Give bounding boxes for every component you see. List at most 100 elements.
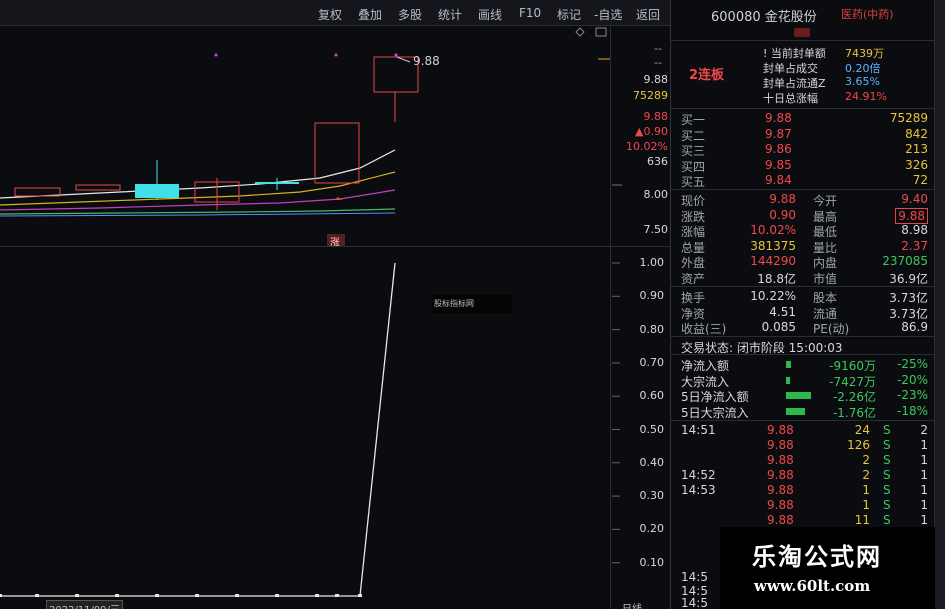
tick-count: 1 — [920, 468, 928, 482]
stat-label: 最高 — [813, 209, 838, 224]
indicator-point — [315, 594, 319, 597]
signal-dot — [214, 53, 218, 57]
signal-dot — [394, 53, 398, 57]
seal-value: 0.20倍 — [845, 62, 881, 75]
flow-pct: -18% — [896, 403, 928, 418]
date-label: 2022/11/09/三 — [46, 600, 124, 609]
bid-price[interactable]: 9.86 — [765, 142, 792, 156]
stat-label: 今开 — [813, 194, 838, 208]
stat-label: 资产 — [681, 271, 706, 286]
tick-time: 14:53 — [681, 483, 716, 497]
watermark: 乐淘公式网 www.60lt.com — [720, 527, 935, 609]
period-label[interactable]: 日线 — [622, 600, 642, 609]
indicator-axis-tick: 0.30 — [639, 489, 665, 503]
candles — [14, 56, 419, 210]
toolbar-draw-button[interactable]: 画线 — [478, 6, 502, 23]
bid-label: 买一 — [681, 113, 706, 127]
collapse-icon[interactable] — [794, 28, 810, 37]
tick-side: S — [883, 483, 891, 497]
tick-time: 14:52 — [681, 468, 716, 482]
bid-label: 买三 — [681, 144, 706, 158]
stat-label: 收益(三) — [681, 322, 727, 336]
stat-label: 流通 — [813, 306, 838, 321]
bid-label: 买五 — [681, 175, 706, 189]
axis-dash: -- — [654, 42, 662, 55]
watermark-title: 乐淘公式网 — [752, 542, 882, 571]
sector-tag[interactable]: 医药(中药) — [841, 6, 894, 22]
bid-price[interactable]: 9.87 — [765, 127, 792, 141]
bid-volume: 842 — [905, 126, 928, 141]
tick-time: 14:5 — [681, 596, 708, 609]
flow-value: -2.26亿 — [832, 390, 876, 404]
indicator-axis-tick: 0.90 — [639, 289, 665, 303]
bid-label: 买二 — [681, 128, 706, 143]
flow-bar — [786, 361, 792, 368]
toolbar-f10-button[interactable]: F10 — [519, 6, 541, 20]
axis-dash: -- — [654, 56, 662, 69]
tick-price: 9.88 — [767, 513, 794, 527]
bid-price[interactable]: 9.85 — [765, 158, 792, 172]
stat-label: 股本 — [813, 291, 838, 305]
stat-value: 36.9亿 — [889, 271, 928, 286]
kline-chart[interactable] — [0, 26, 670, 609]
tick-price: 9.88 — [767, 483, 794, 497]
stat-label: PE(动) — [813, 322, 850, 336]
indicator-axis-tick: 0.50 — [639, 422, 665, 436]
flow-pct: -23% — [896, 388, 928, 402]
toolbar-multi-stock-button[interactable]: 多股 — [398, 6, 422, 23]
stat-value: 10.22% — [750, 289, 796, 303]
indicator-line — [0, 262, 396, 597]
toolbar-stats-button[interactable]: 统计 — [438, 6, 462, 23]
flow-bar — [786, 376, 791, 384]
tick-count: 1 — [920, 498, 928, 512]
stat-label: 总量 — [681, 240, 706, 255]
flow-value: -1.76亿 — [832, 405, 876, 420]
bid-price[interactable]: 9.88 — [765, 111, 792, 125]
flow-label: 5日大宗流入 — [681, 405, 749, 420]
stat-value: 10.02% — [750, 223, 796, 237]
stat-label: 现价 — [681, 194, 706, 208]
toolbar-mark-button[interactable]: 标记 — [557, 6, 581, 23]
stat-value: 9.88 — [895, 207, 928, 224]
chart-toolbar: 复权 叠加 多股 统计 画线 F10 标记 -自选 返回 — [0, 0, 670, 26]
stat-label: 市值 — [813, 271, 838, 286]
tick-time: 14:51 — [681, 423, 716, 437]
tick-price: 9.88 — [767, 423, 794, 437]
stat-label: 换手 — [681, 291, 706, 305]
toolbar-watchlist-button[interactable]: -自选 — [594, 6, 622, 23]
seal-label: ! 当前封单额 — [763, 47, 826, 60]
tick-price: 9.88 — [767, 453, 794, 467]
tick-count: 1 — [920, 483, 928, 497]
stat-value: 0.90 — [769, 207, 796, 222]
stat-value: 9.40 — [901, 192, 928, 206]
diamond-icon — [575, 27, 585, 37]
indicator-point — [0, 594, 2, 597]
axis-prev-close: 9.88 — [643, 73, 669, 86]
toolbar-back-button[interactable]: 返回 — [636, 6, 660, 23]
stat-value: 3.73亿 — [889, 306, 928, 321]
axis-pct: 10.02% — [626, 140, 668, 153]
bid-price[interactable]: 9.84 — [765, 173, 792, 187]
tick-time: 14:5 — [681, 570, 708, 584]
toolbar-fuquan-button[interactable]: 复权 — [318, 6, 342, 23]
bid-volume: 72 — [912, 173, 928, 187]
tick-side: S — [883, 423, 891, 437]
indicator-point — [235, 594, 239, 597]
toolbar-overlay-button[interactable]: 叠加 — [358, 6, 382, 23]
indicator-axis-tick: 0.80 — [639, 322, 665, 336]
bid-volume: 213 — [905, 142, 928, 156]
stock-code-name[interactable]: 600080 金花股份 — [711, 6, 817, 25]
candle — [373, 56, 419, 93]
bid-volume: 75289 — [889, 111, 928, 125]
stat-value: 2.37 — [901, 238, 928, 253]
seal-value: 7439万 — [845, 47, 884, 60]
tick-side: S — [883, 468, 891, 482]
seal-label: 封单占成交 — [763, 62, 818, 75]
stat-label: 涨跌 — [681, 209, 706, 224]
pane-divider — [0, 246, 670, 247]
tick-volume: 2 — [862, 453, 870, 467]
tick-side: S — [883, 438, 891, 452]
indicator-point — [75, 594, 79, 597]
window-icon — [595, 27, 607, 37]
side-toolbar[interactable] — [934, 0, 945, 609]
